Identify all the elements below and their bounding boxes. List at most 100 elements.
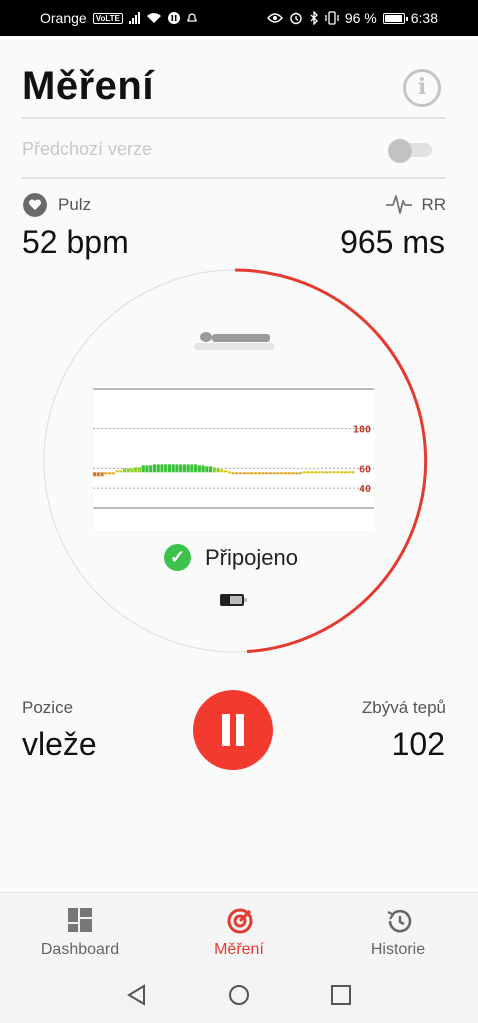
- bluetooth-icon: [310, 11, 318, 25]
- chart-bar: [268, 472, 273, 475]
- chart-bar: [194, 464, 198, 473]
- chart-bar: [340, 471, 344, 474]
- chart-bar: [111, 472, 115, 475]
- chart-tick-label: 100: [353, 425, 371, 436]
- previous-version-toggle[interactable]: [388, 139, 432, 163]
- signal-icon: [128, 12, 140, 24]
- chart-bar: [224, 470, 228, 473]
- measure-icon: [227, 908, 253, 934]
- chart-bar: [302, 471, 306, 474]
- chart-bar: [250, 472, 254, 475]
- chart-bar: [265, 472, 269, 475]
- chart-bar: [220, 469, 224, 473]
- chart-bar: [328, 471, 332, 474]
- chart-bar: [313, 471, 317, 474]
- page-title: Měření: [22, 64, 154, 108]
- back-icon[interactable]: [126, 984, 148, 1006]
- chart-tick-label: 40: [359, 484, 371, 495]
- chart-bar: [137, 467, 142, 473]
- chart-bar: [321, 471, 325, 474]
- clock: 6:38: [410, 10, 438, 26]
- divider: [22, 117, 446, 119]
- position-value: vleže: [22, 726, 97, 762]
- chart-bar: [253, 472, 258, 475]
- chart-bar: [295, 472, 299, 475]
- system-navigation-bar: [0, 968, 478, 1023]
- recents-icon[interactable]: [330, 984, 352, 1006]
- nav-dashboard[interactable]: Dashboard: [0, 893, 160, 969]
- chart-bar: [104, 472, 108, 475]
- chart-bar: [175, 464, 179, 473]
- battery-percent: 96 %: [344, 10, 377, 26]
- connection-status: ✓ Připojeno: [164, 544, 298, 571]
- chart-bar: [231, 472, 235, 475]
- chart-bar: [298, 472, 302, 475]
- chart-bar: [126, 468, 130, 473]
- chart-bar: [209, 466, 213, 473]
- chart-bar: [325, 471, 329, 474]
- alarm-icon: [290, 12, 302, 25]
- nav-history[interactable]: Historie: [318, 893, 478, 969]
- chart-bar: [242, 472, 246, 475]
- chart-bar: [272, 472, 276, 475]
- rr-wave-icon: [386, 195, 412, 214]
- remaining-beats-label: Zbývá tepů: [361, 698, 446, 717]
- status-bar: Orange VoLTE 96 % 6:38: [0, 0, 478, 36]
- chart-bar: [160, 464, 164, 473]
- nav-dashboard-label: Dashboard: [40, 941, 120, 958]
- chart-bar: [246, 472, 250, 475]
- device-battery-icon: [220, 594, 247, 606]
- chart-bar: [179, 464, 183, 473]
- info-icon[interactable]: i: [403, 69, 441, 107]
- eye-icon: [266, 13, 283, 23]
- chart-bar: [310, 471, 314, 474]
- chart-bar: [280, 472, 284, 475]
- chart-bar: [201, 465, 205, 473]
- bottom-navigation: Dashboard Měření Historie: [0, 892, 478, 968]
- chart-bar: [156, 464, 160, 473]
- position-label: Pozice: [22, 698, 74, 717]
- chart-bar: [93, 472, 97, 477]
- volte-badge: VoLTE: [92, 12, 123, 24]
- pause-button[interactable]: [193, 690, 273, 770]
- chart-bar: [343, 471, 347, 474]
- chart-bar: [167, 464, 171, 473]
- heart-rate-chart: 100 60 40: [93, 386, 374, 530]
- history-icon: [387, 909, 412, 933]
- chart-bar: [197, 465, 201, 473]
- nav-measure[interactable]: Měření: [159, 893, 319, 969]
- chart-bar: [149, 465, 153, 473]
- chart-bar: [216, 468, 220, 473]
- chart-bar: [115, 470, 119, 473]
- lying-position-icon: [194, 332, 274, 350]
- home-icon[interactable]: [228, 984, 250, 1006]
- chart-bar: [227, 471, 231, 474]
- previous-version-label: Předchozí verze: [22, 139, 153, 159]
- rr-value: 965 ms: [340, 224, 445, 260]
- chart-bar: [145, 465, 149, 473]
- wifi-icon: [146, 13, 161, 23]
- chart-bar: [332, 471, 336, 474]
- chart-bar: [134, 467, 138, 473]
- bell-icon: [187, 13, 197, 22]
- chart-tick-label: 60: [359, 464, 371, 475]
- chart-bar: [130, 468, 134, 473]
- chart-bar: [205, 466, 209, 473]
- carrier-name: Orange: [40, 10, 87, 26]
- vibrate-icon: [325, 11, 339, 25]
- dashboard-icon: [68, 908, 92, 932]
- rr-label: RR: [421, 195, 446, 214]
- chart-bar: [276, 472, 280, 475]
- chart-bar: [212, 467, 216, 473]
- chart-bar: [317, 471, 321, 474]
- chart-bar: [257, 472, 261, 475]
- chart-bar: [171, 464, 175, 473]
- chart-bar: [122, 468, 127, 473]
- chart-bar: [119, 470, 123, 473]
- divider: [22, 177, 446, 179]
- pulse-value: 52 bpm: [22, 224, 129, 260]
- chart-bar: [107, 472, 112, 475]
- chart-bar: [351, 471, 355, 474]
- chart-bar: [238, 472, 243, 475]
- check-icon: ✓: [164, 544, 191, 571]
